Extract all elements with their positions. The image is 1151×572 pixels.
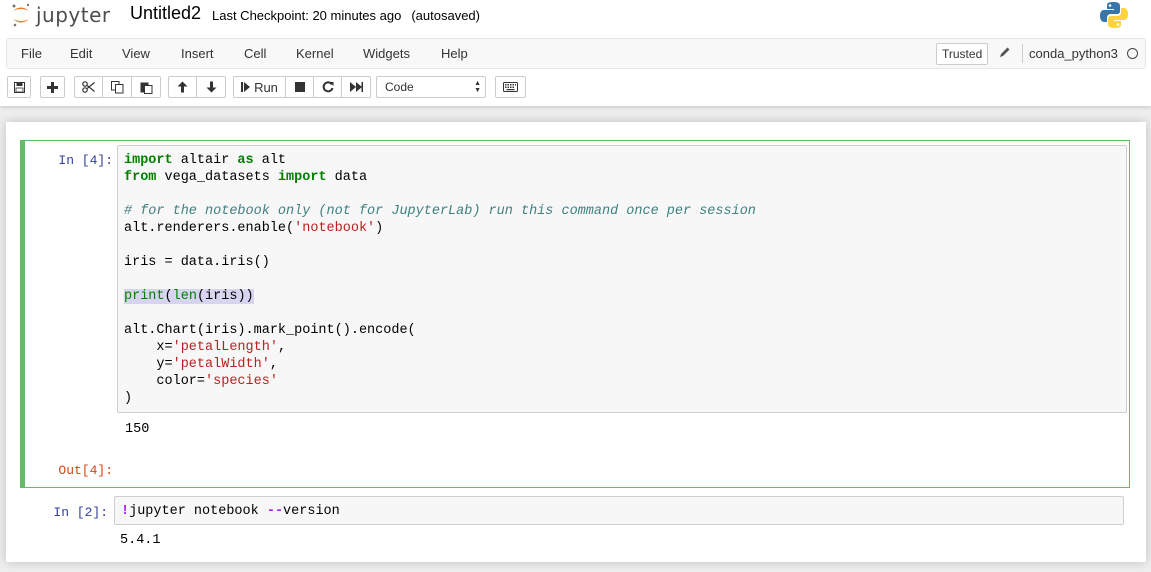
code-line: ): [124, 391, 133, 406]
notebook-title[interactable]: Untitled2: [130, 3, 201, 24]
interrupt-button[interactable]: [286, 76, 314, 98]
keyboard-icon: [503, 82, 518, 92]
kernel-name[interactable]: conda_python3: [1029, 46, 1118, 61]
code-line: color='species': [124, 374, 278, 389]
menu-cell[interactable]: Cell: [244, 46, 266, 61]
code-line: y='petalWidth',: [124, 357, 278, 372]
code-line: alt.Chart(iris).mark_point().encode(: [124, 323, 416, 338]
paste-icon: [140, 82, 152, 94]
pencil-icon[interactable]: [999, 46, 1011, 58]
logo-text: jupyter: [36, 3, 111, 27]
plus-icon: [47, 81, 58, 93]
notebook-header: jupyter Untitled2 Last Checkpoint: 20 mi…: [0, 0, 1151, 106]
menu-kernel[interactable]: Kernel: [296, 46, 334, 61]
code-line: x='petalLength',: [124, 340, 287, 355]
code-input-area[interactable]: import altair as alt from vega_datasets …: [117, 145, 1127, 413]
move-down-button[interactable]: [197, 76, 226, 98]
menu-edit[interactable]: Edit: [70, 46, 92, 61]
code-line: from vega_datasets import data: [124, 170, 368, 185]
restart-button[interactable]: [314, 76, 342, 98]
run-button-label: Run: [254, 79, 278, 95]
code-line: import altair as alt: [124, 153, 287, 168]
code-editor[interactable]: !jupyter notebook --version: [121, 503, 340, 520]
code-editor[interactable]: import altair as alt from vega_datasets …: [124, 152, 756, 407]
code-line: iris = data.iris(): [124, 255, 270, 270]
in-prompt: In [4]:: [58, 153, 113, 168]
menu-insert[interactable]: Insert: [181, 46, 214, 61]
in-prompt: In [2]:: [53, 505, 108, 520]
last-checkpoint-text: Last Checkpoint: 20 minutes ago: [212, 8, 402, 23]
restart-icon: [322, 81, 333, 93]
cell-type-select[interactable]: Code ▲ ▼: [376, 76, 486, 98]
stop-icon: [294, 82, 305, 92]
copy-button[interactable]: [103, 76, 132, 98]
code-cell-selected[interactable]: In [4]: import altair as alt from vega_d…: [20, 140, 1130, 488]
save-button[interactable]: [7, 76, 31, 98]
jupyter-logo-icon: [12, 3, 30, 27]
fast-forward-icon: [349, 82, 363, 92]
code-line: alt.renderers.enable('notebook'): [124, 221, 384, 236]
arrow-down-icon: [206, 81, 216, 93]
menu-view[interactable]: View: [122, 46, 150, 61]
insert-cell-button[interactable]: [40, 76, 65, 98]
cell-type-value: Code: [385, 80, 414, 94]
scissors-icon: [82, 81, 95, 93]
code-cell[interactable]: In [2]: !jupyter notebook --version 5.4.…: [20, 492, 1130, 572]
python-logo-icon: [1100, 2, 1128, 28]
select-arrows-icon: ▲ ▼: [474, 80, 481, 94]
move-up-button[interactable]: [168, 76, 197, 98]
code-input-area[interactable]: !jupyter notebook --version: [114, 496, 1124, 525]
jupyter-logo[interactable]: jupyter: [10, 2, 111, 28]
save-icon: [13, 81, 25, 93]
checkpoint-status: Last Checkpoint: 20 minutes ago (autosave…: [212, 8, 480, 23]
trusted-indicator[interactable]: Trusted: [936, 43, 989, 65]
paste-button[interactable]: [132, 76, 161, 98]
notebook-container: In [4]: import altair as alt from vega_d…: [6, 122, 1146, 562]
menubar: File Edit View Insert Cell Kernel Widget…: [6, 38, 1146, 69]
step-forward-icon: [241, 82, 251, 92]
restart-run-all-button[interactable]: [342, 76, 371, 98]
code-line: # for the notebook only (not for Jupyter…: [124, 204, 756, 219]
kernel-divider: [1022, 44, 1023, 63]
cut-button[interactable]: [74, 76, 103, 98]
code-line: !jupyter notebook --version: [121, 504, 340, 519]
stdout-output: 5.4.1: [120, 533, 161, 548]
menu-help[interactable]: Help: [441, 46, 468, 61]
command-palette-button[interactable]: [495, 76, 526, 98]
autosave-status: (autosaved): [411, 8, 480, 23]
out-prompt: Out[4]:: [58, 463, 113, 478]
menu-file[interactable]: File: [21, 46, 42, 61]
stdout-output: 150: [125, 422, 150, 437]
run-button[interactable]: Run: [233, 76, 286, 98]
copy-icon: [110, 80, 123, 93]
menu-widgets[interactable]: Widgets: [363, 46, 410, 61]
code-line: print(len(iris)): [124, 289, 254, 304]
kernel-idle-icon: [1127, 48, 1138, 59]
arrow-up-icon: [177, 81, 188, 93]
